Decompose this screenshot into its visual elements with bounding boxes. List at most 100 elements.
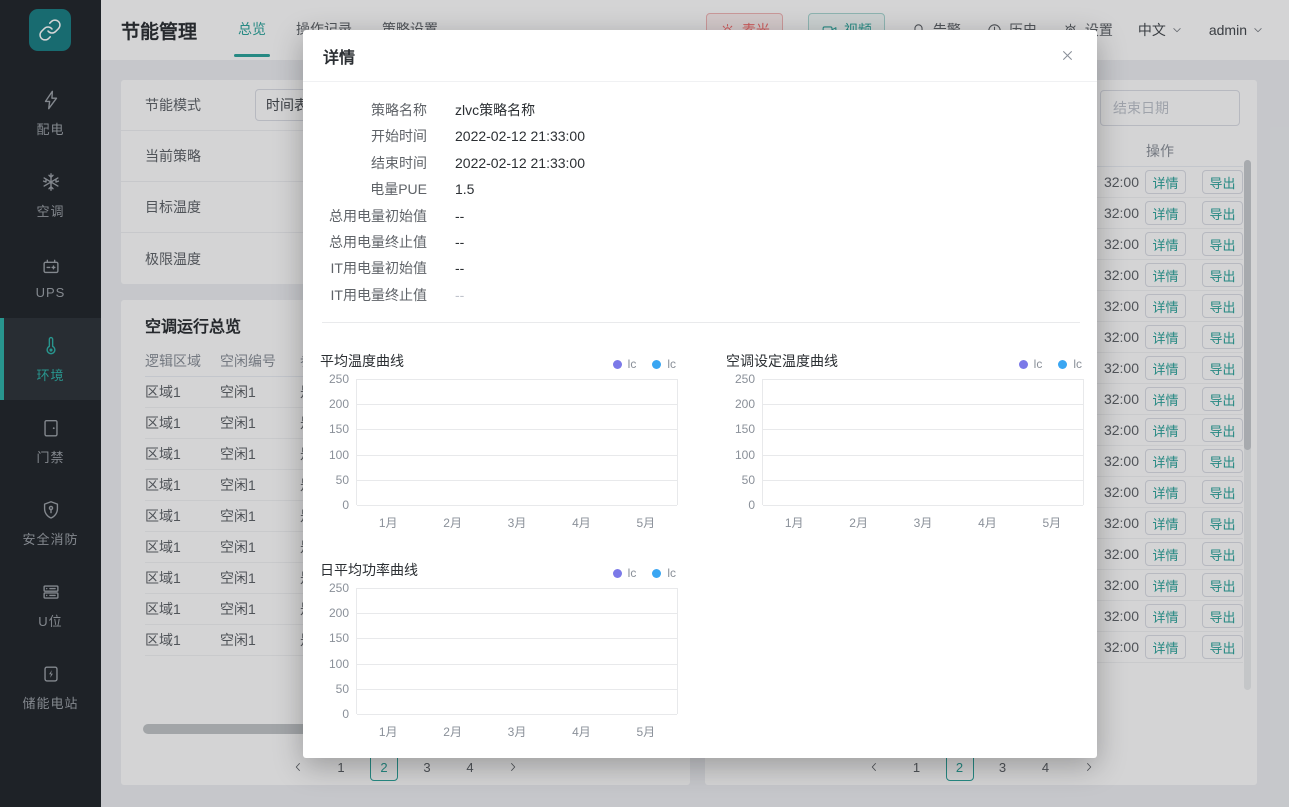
legend-item[interactable]: lc xyxy=(1019,357,1043,371)
field-label: IT用电量初始值 xyxy=(329,255,427,281)
field-label: 电量PUE xyxy=(329,176,427,202)
y-tick-label: 150 xyxy=(321,631,349,645)
legend-label: lc xyxy=(667,566,676,580)
x-tick-label: 3月 xyxy=(891,514,955,531)
gridline xyxy=(763,505,1083,506)
modal-header: 详情 xyxy=(303,30,1097,82)
x-tick-label: 5月 xyxy=(614,723,678,740)
gridline xyxy=(357,379,677,380)
close-icon xyxy=(1059,47,1076,64)
detail-field: 电量PUE 1.5 xyxy=(329,176,1097,202)
chart-legend: lc lc xyxy=(1019,357,1084,371)
y-tick-label: 250 xyxy=(321,372,349,386)
y-tick-label: 250 xyxy=(321,581,349,595)
legend-item[interactable]: lc xyxy=(652,357,676,371)
chart-body: 250200150100500 xyxy=(726,379,1084,505)
y-tick-label: 250 xyxy=(727,372,755,386)
y-tick-label: 150 xyxy=(727,422,755,436)
legend-label: lc xyxy=(1034,357,1043,371)
legend-label: lc xyxy=(1073,357,1082,371)
y-tick-label: 50 xyxy=(727,473,755,487)
detail-field: IT用电量初始值 -- xyxy=(329,255,1097,281)
x-tick-label: 1月 xyxy=(356,723,420,740)
legend-label: lc xyxy=(628,357,637,371)
y-tick-label: 200 xyxy=(727,397,755,411)
chart-body: 250200150100500 xyxy=(320,588,678,714)
y-tick-label: 100 xyxy=(321,448,349,462)
gridline xyxy=(357,404,677,405)
chart-2: 日平均功率曲线 lc lc 250200150100500 1月2月3月4月5月 xyxy=(320,554,678,740)
x-axis-labels: 1月2月3月4月5月 xyxy=(320,514,678,531)
x-tick-label: 2月 xyxy=(420,514,484,531)
gridline xyxy=(357,429,677,430)
detail-field: 总用电量初始值-- xyxy=(329,203,1097,229)
chart-body: 250200150100500 xyxy=(320,379,678,505)
x-tick-label: 2月 xyxy=(826,514,890,531)
gridline xyxy=(357,664,677,665)
detail-field: 开始时间 2022-02-12 21:33:00 xyxy=(329,123,1097,149)
x-tick-label: 1月 xyxy=(356,514,420,531)
gridline xyxy=(357,689,677,690)
field-value: 1.5 xyxy=(455,176,474,202)
detail-field: 总用电量终止值 -- xyxy=(329,229,1097,255)
legend-dot xyxy=(1058,360,1067,369)
field-value: 2022-02-12 21:33:00 xyxy=(455,123,585,149)
field-value: zlvc策略名称 xyxy=(455,97,535,123)
chart-plot: 250200150100500 xyxy=(356,588,678,714)
y-tick-label: 200 xyxy=(321,606,349,620)
legend-dot xyxy=(1019,360,1028,369)
x-tick-label: 4月 xyxy=(549,514,613,531)
x-axis-labels: 1月2月3月4月5月 xyxy=(320,723,678,740)
legend-dot xyxy=(613,360,622,369)
x-tick-label: 3月 xyxy=(485,723,549,740)
y-tick-label: 0 xyxy=(321,498,349,512)
y-tick-label: 0 xyxy=(727,498,755,512)
field-value: -- xyxy=(455,229,464,255)
modal-fields: 策略名称zlvc策略名称开始时间2022-02-12 21:33:00结束时间2… xyxy=(303,82,1097,308)
y-tick-label: 50 xyxy=(321,682,349,696)
legend-item[interactable]: lc xyxy=(613,566,637,580)
x-tick-label: 4月 xyxy=(549,723,613,740)
gridline xyxy=(763,379,1083,380)
legend-dot xyxy=(652,360,661,369)
gridline xyxy=(357,480,677,481)
close-button[interactable] xyxy=(1057,46,1077,66)
modal-title: 详情 xyxy=(323,44,355,68)
y-tick-label: 100 xyxy=(727,448,755,462)
field-label: 开始时间 xyxy=(329,123,427,149)
x-tick-label: 5月 xyxy=(1020,514,1084,531)
y-tick-label: 50 xyxy=(321,473,349,487)
field-label: 总用电量终止值 xyxy=(329,229,427,255)
chart-header: 空调设定温度曲线 lc lc xyxy=(726,345,1084,371)
chart-1: 空调设定温度曲线lclc2502001501005001月2月3月4月5月 xyxy=(726,345,1084,531)
gridline xyxy=(357,588,677,589)
field-label: 总用电量初始值 xyxy=(329,203,427,229)
gridline xyxy=(763,480,1083,481)
y-tick-label: 0 xyxy=(321,707,349,721)
legend-label: lc xyxy=(628,566,637,580)
x-tick-label: 3月 xyxy=(485,514,549,531)
chart-header: 日平均功率曲线 lc lc xyxy=(320,554,678,580)
x-tick-label: 4月 xyxy=(955,514,1019,531)
y-tick-label: 150 xyxy=(321,422,349,436)
legend-item[interactable]: lc xyxy=(613,357,637,371)
gridline xyxy=(763,429,1083,430)
x-tick-label: 5月 xyxy=(614,514,678,531)
legend-item[interactable]: lc xyxy=(1058,357,1082,371)
modal-charts: 平均温度曲线lclc2502001501005001月2月3月4月5月空调设定温… xyxy=(320,345,1080,758)
field-label: 结束时间 xyxy=(329,150,427,176)
x-tick-label: 1月 xyxy=(762,514,826,531)
field-value: -- xyxy=(455,282,464,308)
legend-dot xyxy=(652,569,661,578)
field-value: -- xyxy=(455,255,464,281)
chart-title: 日平均功率曲线 xyxy=(320,560,418,580)
gridline xyxy=(357,455,677,456)
chart-title: 平均温度曲线 xyxy=(320,351,404,371)
legend-item[interactable]: lc xyxy=(652,566,676,580)
chart-header: 平均温度曲线 lc lc xyxy=(320,345,678,371)
chart-plot: 250200150100500 xyxy=(762,379,1084,505)
gridline xyxy=(357,505,677,506)
chart-title: 空调设定温度曲线 xyxy=(726,351,838,371)
field-label: IT用电量终止值 xyxy=(329,282,427,308)
y-tick-label: 200 xyxy=(321,397,349,411)
